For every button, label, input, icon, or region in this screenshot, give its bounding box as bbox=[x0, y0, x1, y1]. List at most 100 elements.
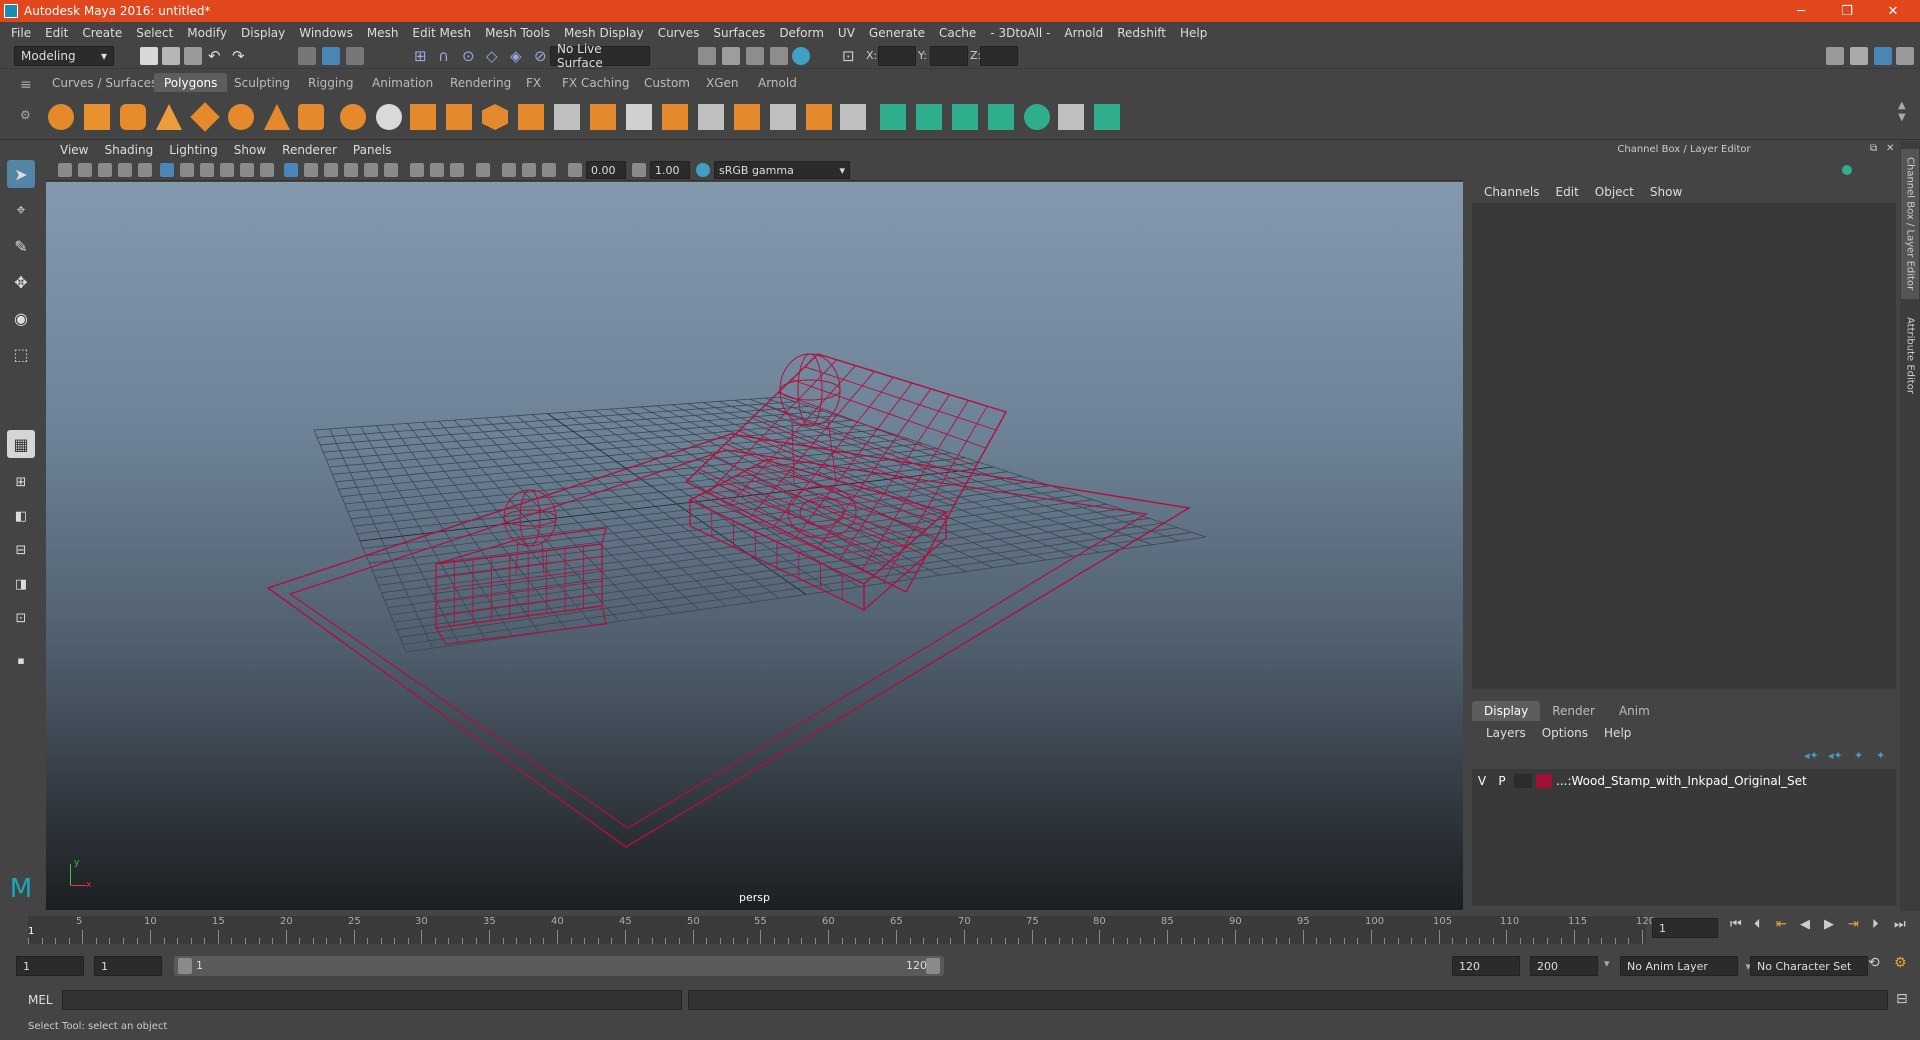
gamma-field[interactable]: 1.00 bbox=[650, 161, 690, 179]
tab-sculpting[interactable]: Sculpting bbox=[224, 73, 300, 92]
play-backwards-icon[interactable]: ◀ bbox=[1800, 917, 1810, 932]
uv-layout-icon[interactable] bbox=[1058, 104, 1084, 130]
poly-pipe-icon[interactable] bbox=[298, 104, 324, 130]
menu-modify[interactable]: Modify bbox=[180, 26, 234, 40]
range-end-handle[interactable] bbox=[926, 958, 940, 974]
tab-curves-surfaces[interactable]: Curves / Surfaces bbox=[42, 73, 167, 92]
poly-torus-icon[interactable] bbox=[228, 104, 254, 130]
y-field[interactable] bbox=[930, 46, 968, 66]
animation-preferences-icon[interactable]: ⚙ bbox=[1894, 955, 1907, 971]
range-slider[interactable]: 1 120 bbox=[174, 956, 944, 976]
save-scene-icon[interactable] bbox=[184, 47, 202, 65]
shadows-icon[interactable] bbox=[384, 163, 398, 177]
cb-menu-object[interactable]: Object bbox=[1587, 185, 1642, 199]
menu-select[interactable]: Select bbox=[129, 26, 180, 40]
channel-icon[interactable] bbox=[1842, 165, 1852, 175]
menu-3dtoall[interactable]: - 3DtoAll - bbox=[983, 26, 1057, 40]
attribute-editor-icon[interactable] bbox=[1850, 47, 1868, 65]
uv-editor-icon[interactable] bbox=[1094, 104, 1120, 130]
move-tool-icon[interactable]: ✥ bbox=[7, 268, 35, 296]
menu-display[interactable]: Display bbox=[234, 26, 292, 40]
layer-color-swatch[interactable] bbox=[1536, 774, 1552, 788]
panel-menu-lighting[interactable]: Lighting bbox=[161, 143, 226, 157]
bridge-icon[interactable] bbox=[554, 104, 580, 130]
two-d-pan-zoom-icon[interactable] bbox=[118, 163, 132, 177]
persp-graph-layout-icon[interactable]: ⊟ bbox=[7, 536, 35, 564]
paint-select-tool-icon[interactable]: ✎ bbox=[7, 232, 35, 260]
step-forward-key-icon[interactable]: ⇥ bbox=[1848, 917, 1859, 932]
tool-settings-icon[interactable] bbox=[1896, 47, 1914, 65]
shelf-gear-icon[interactable]: ⚙ bbox=[20, 108, 31, 122]
color-management-icon[interactable] bbox=[696, 163, 710, 177]
go-to-end-icon[interactable]: ⏭ bbox=[1894, 917, 1906, 932]
target-weld-icon[interactable] bbox=[734, 104, 760, 130]
open-scene-icon[interactable] bbox=[162, 47, 180, 65]
xray-icon[interactable] bbox=[502, 163, 516, 177]
script-editor-icon[interactable]: ⊟ bbox=[1896, 991, 1908, 1007]
camera-bookmarks-icon[interactable] bbox=[78, 163, 92, 177]
tab-arnold[interactable]: Arnold bbox=[748, 73, 807, 92]
poly-plane-icon[interactable] bbox=[190, 102, 220, 132]
step-back-key-icon[interactable]: ⇤ bbox=[1776, 917, 1787, 932]
le-menu-options[interactable]: Options bbox=[1534, 726, 1596, 740]
delete-edge-icon[interactable] bbox=[840, 104, 866, 130]
mirror-icon[interactable] bbox=[410, 104, 436, 130]
panel-menu-panels[interactable]: Panels bbox=[345, 143, 400, 157]
safe-action-icon[interactable] bbox=[260, 163, 274, 177]
exposure-icon[interactable] bbox=[568, 163, 582, 177]
new-layer-from-selected-icon[interactable]: ✦ bbox=[1876, 749, 1885, 762]
auto-key-icon[interactable]: ⟲ bbox=[1868, 955, 1880, 971]
smooth-icon[interactable] bbox=[446, 104, 472, 130]
scale-tool-icon[interactable]: ⬚ bbox=[7, 340, 35, 368]
menu-redshift[interactable]: Redshift bbox=[1110, 26, 1173, 40]
perspective-viewport[interactable]: y x persp bbox=[46, 182, 1463, 910]
new-scene-icon[interactable] bbox=[140, 47, 158, 65]
le-menu-help[interactable]: Help bbox=[1596, 726, 1639, 740]
step-forward-frame-icon[interactable]: ⏵ bbox=[1872, 917, 1879, 932]
poly-sphere-icon[interactable] bbox=[48, 104, 74, 130]
move-layer-up-icon[interactable]: ◂✦ bbox=[1804, 749, 1819, 762]
redo-icon[interactable]: ↷ bbox=[232, 47, 250, 65]
lasso-tool-icon[interactable]: ⌖ bbox=[7, 196, 35, 224]
xray-components-icon[interactable] bbox=[542, 163, 556, 177]
append-icon[interactable] bbox=[590, 104, 616, 130]
render-view-icon[interactable] bbox=[792, 47, 810, 65]
channel-box-icon[interactable] bbox=[1874, 47, 1892, 65]
tab-fx-caching[interactable]: FX Caching bbox=[552, 73, 639, 92]
play-forwards-icon[interactable]: ▶ bbox=[1824, 917, 1834, 932]
undo-icon[interactable]: ↶ bbox=[208, 47, 226, 65]
multi-cut-icon[interactable] bbox=[626, 104, 652, 130]
tab-rigging[interactable]: Rigging bbox=[298, 73, 363, 92]
hypershade-persp-layout-icon[interactable]: ⊡ bbox=[7, 604, 35, 632]
single-perspective-view-icon[interactable]: ▦ bbox=[7, 430, 35, 458]
go-to-start-icon[interactable]: ⏮ bbox=[1730, 917, 1742, 932]
panel-menu-show[interactable]: Show bbox=[226, 143, 274, 157]
new-layer-icon[interactable]: ✦ bbox=[1854, 749, 1863, 762]
uv-automatic-icon[interactable] bbox=[988, 104, 1014, 130]
modeling-toolkit-icon[interactable] bbox=[1826, 47, 1844, 65]
anti-aliasing-icon[interactable] bbox=[450, 163, 464, 177]
tab-anim[interactable]: Anim bbox=[1607, 701, 1662, 721]
menu-mesh-tools[interactable]: Mesh Tools bbox=[478, 26, 557, 40]
tab-fx[interactable]: FX bbox=[516, 73, 551, 92]
tab-attribute-editor[interactable]: Attribute Editor bbox=[1901, 305, 1919, 405]
select-hierarchy-icon[interactable] bbox=[298, 47, 316, 65]
panel-menu-renderer[interactable]: Renderer bbox=[274, 143, 345, 157]
poly-cube-icon[interactable] bbox=[84, 104, 110, 130]
xray-joints-icon[interactable] bbox=[522, 163, 536, 177]
color-space-dropdown[interactable]: sRGB gamma ▾ bbox=[714, 161, 850, 179]
select-component-icon[interactable] bbox=[346, 47, 364, 65]
wireframe-shading-icon[interactable] bbox=[284, 163, 298, 177]
merge-icon[interactable] bbox=[770, 104, 796, 130]
tab-polygons[interactable]: Polygons bbox=[154, 73, 228, 92]
layer-row[interactable]: V P ...:Wood_Stamp_with_Inkpad_Original_… bbox=[1472, 771, 1896, 791]
z-field[interactable] bbox=[980, 46, 1018, 66]
exposure-field[interactable]: 0.00 bbox=[586, 161, 626, 179]
hypershade-icon[interactable] bbox=[770, 47, 788, 65]
menu-cache[interactable]: Cache bbox=[932, 26, 983, 40]
x-field[interactable] bbox=[878, 46, 916, 66]
extrude-icon[interactable] bbox=[518, 104, 544, 130]
separate-icon[interactable] bbox=[376, 104, 402, 130]
float-panel-icon[interactable]: ⧉ bbox=[1870, 143, 1877, 154]
tab-display[interactable]: Display bbox=[1472, 701, 1541, 721]
